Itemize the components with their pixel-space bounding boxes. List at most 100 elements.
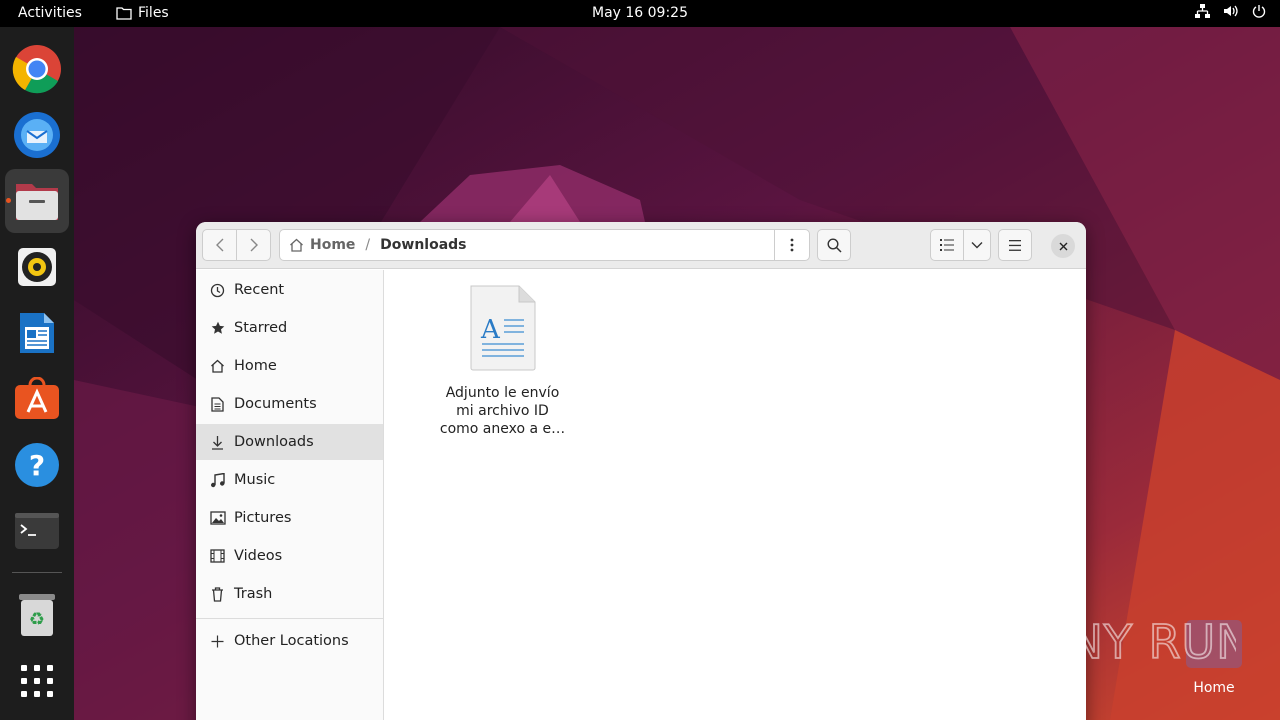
help-launcher[interactable]: ? bbox=[5, 433, 69, 497]
thunderbird-launcher[interactable] bbox=[5, 102, 69, 166]
file-name: Adjunto le envío mi archivo ID como anex… bbox=[425, 384, 580, 438]
chrome-icon bbox=[12, 45, 61, 94]
app-name: Files bbox=[138, 5, 169, 21]
clock-icon bbox=[210, 283, 225, 297]
search-button[interactable] bbox=[817, 229, 851, 261]
chevron-right-icon bbox=[250, 238, 258, 252]
thunderbird-icon bbox=[14, 112, 60, 158]
path-bar[interactable]: Home / Downloads bbox=[279, 229, 810, 261]
download-icon bbox=[212, 435, 223, 450]
sidebar-label-starred: Starred bbox=[234, 320, 288, 336]
path-separator: / bbox=[365, 237, 371, 253]
writer-launcher[interactable] bbox=[5, 301, 69, 365]
rhythmbox-icon bbox=[18, 248, 56, 286]
path-home[interactable]: Home bbox=[280, 237, 355, 253]
svg-text:A: A bbox=[480, 315, 501, 345]
sidebar-label-videos: Videos bbox=[234, 548, 283, 564]
rhythmbox-launcher[interactable] bbox=[5, 235, 69, 299]
sidebar-label-home: Home bbox=[234, 358, 277, 374]
volume-icon bbox=[1224, 5, 1238, 17]
sidebar-item-documents[interactable]: Documents bbox=[196, 386, 383, 422]
sidebar-item-home[interactable]: Home bbox=[196, 348, 383, 384]
help-icon: ? bbox=[15, 443, 59, 487]
list-view-icon bbox=[940, 239, 954, 251]
path-menu-button[interactable] bbox=[774, 230, 809, 260]
svg-text:ANY RUN: ANY RUN bbox=[1036, 615, 1236, 669]
desktop-home-label: Home bbox=[1193, 680, 1235, 696]
view-mode-button[interactable] bbox=[930, 229, 964, 261]
files-window: Home / Downloads Recent Starred Home Doc… bbox=[196, 222, 1086, 720]
back-button[interactable] bbox=[202, 229, 237, 261]
show-apps-icon bbox=[21, 665, 53, 697]
terminal-launcher[interactable] bbox=[5, 499, 69, 563]
chrome-launcher[interactable] bbox=[5, 37, 69, 101]
dock: ? ♻ bbox=[0, 27, 74, 720]
home-icon bbox=[290, 238, 303, 252]
file-name-line: mi archivo ID bbox=[456, 403, 549, 419]
sidebar-label-recent: Recent bbox=[234, 282, 285, 298]
kebab-menu-icon bbox=[790, 238, 794, 252]
music-icon bbox=[211, 472, 225, 487]
anyrun-watermark-logo: ANY RUN bbox=[1036, 614, 1236, 670]
file-name-line: Adjunto le envío bbox=[445, 385, 560, 401]
sidebar-item-music[interactable]: Music bbox=[196, 462, 383, 498]
path-current[interactable]: Downloads bbox=[380, 237, 466, 253]
sidebar-label-pictures: Pictures bbox=[234, 510, 292, 526]
folder-icon bbox=[116, 7, 132, 20]
network-icon bbox=[1195, 4, 1210, 18]
app-menu[interactable]: Files bbox=[116, 5, 169, 21]
trash-icon bbox=[212, 586, 223, 602]
file-name-line: como anexo a e… bbox=[439, 421, 566, 437]
chevron-left-icon bbox=[215, 238, 223, 252]
sidebar-label-downloads: Downloads bbox=[234, 434, 314, 450]
sidebar-item-trash[interactable]: Trash bbox=[196, 576, 383, 612]
home-icon bbox=[211, 359, 224, 373]
dock-separator bbox=[12, 572, 62, 573]
sidebar-item-pictures[interactable]: Pictures bbox=[196, 500, 383, 536]
file-view[interactable]: A Adjunto le envío mi archivo ID como an… bbox=[385, 270, 1086, 720]
sidebar-label-music: Music bbox=[234, 472, 276, 488]
trash-icon: ♻ bbox=[19, 594, 55, 636]
clock[interactable]: May 16 09:25 bbox=[592, 5, 688, 21]
path-home-label: Home bbox=[310, 237, 356, 253]
files-launcher[interactable] bbox=[5, 169, 69, 233]
sidebar-label-other-locations: Other Locations bbox=[234, 633, 349, 649]
activities-button[interactable]: Activities bbox=[18, 5, 82, 21]
show-apps-button[interactable] bbox=[5, 649, 69, 713]
search-icon bbox=[826, 237, 842, 253]
document-icon bbox=[211, 396, 224, 412]
sidebar-item-downloads[interactable]: Downloads bbox=[196, 424, 383, 460]
plus-icon bbox=[211, 635, 224, 647]
close-icon bbox=[1059, 242, 1067, 250]
hamburger-icon bbox=[1009, 239, 1021, 251]
trash-launcher[interactable]: ♻ bbox=[5, 583, 69, 647]
picture-icon bbox=[209, 511, 226, 525]
sidebar-label-documents: Documents bbox=[234, 396, 317, 412]
forward-button[interactable] bbox=[236, 229, 271, 261]
svg-text:?: ? bbox=[29, 449, 45, 482]
sidebar-item-videos[interactable]: Videos bbox=[196, 538, 383, 574]
sidebar-item-starred[interactable]: Starred bbox=[196, 310, 383, 346]
file-item[interactable]: A Adjunto le envío mi archivo ID como an… bbox=[425, 284, 580, 438]
star-icon bbox=[211, 321, 224, 334]
main-menu-button[interactable] bbox=[998, 229, 1032, 261]
chevron-down-icon bbox=[971, 242, 983, 249]
view-options-button[interactable] bbox=[963, 229, 991, 261]
system-tray[interactable] bbox=[1195, 4, 1266, 18]
sidebar-separator bbox=[196, 618, 383, 619]
power-icon bbox=[1252, 5, 1266, 18]
terminal-icon bbox=[15, 513, 59, 549]
app-center-launcher[interactable] bbox=[5, 367, 69, 431]
sidebar-item-other-locations[interactable]: Other Locations bbox=[196, 623, 383, 659]
top-bar: Activities Files May 16 09:25 bbox=[0, 0, 1280, 27]
libreoffice-writer-icon bbox=[20, 313, 54, 353]
video-icon bbox=[210, 549, 225, 563]
app-center-icon bbox=[15, 377, 59, 419]
running-indicator bbox=[6, 198, 11, 203]
sidebar-item-recent[interactable]: Recent bbox=[196, 272, 383, 308]
close-button[interactable] bbox=[1051, 234, 1075, 258]
files-icon bbox=[16, 184, 58, 220]
sidebar-label-trash: Trash bbox=[234, 586, 273, 602]
header-bar: Home / Downloads bbox=[196, 222, 1086, 269]
svg-text:♻: ♻ bbox=[29, 609, 45, 630]
